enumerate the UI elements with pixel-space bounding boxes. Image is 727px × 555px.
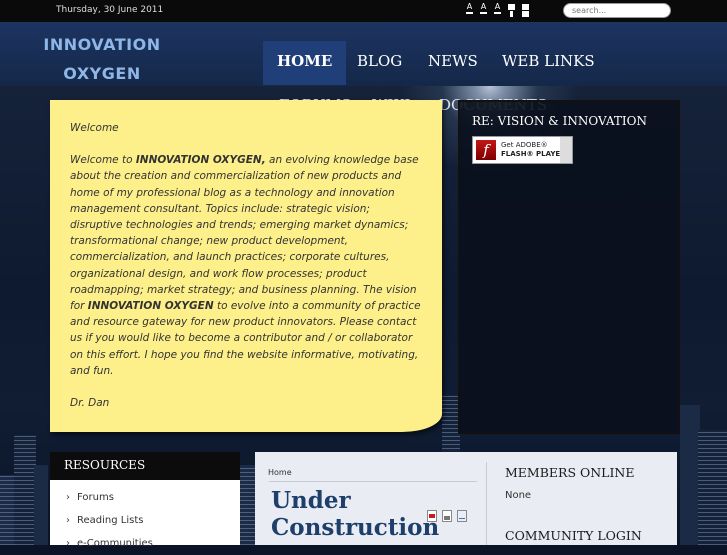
font-size-large-button[interactable]: A <box>493 3 502 18</box>
breadcrumb-home[interactable]: Home <box>268 468 292 477</box>
print-icon[interactable] <box>442 510 452 522</box>
nav-item-news[interactable]: NEWS <box>414 41 492 85</box>
article-tools <box>427 510 467 522</box>
font-size-small-button[interactable]: A <box>465 3 474 18</box>
layout-wide-icon[interactable] <box>521 3 530 18</box>
top-bar: Thursday, 30 June 2011 A A A <box>0 0 727 22</box>
resource-link-forums[interactable]: Forums <box>66 486 240 509</box>
column-divider <box>486 462 487 545</box>
welcome-heading: Welcome <box>70 122 119 134</box>
flash-panel-title: RE: VISION & INNOVATION <box>472 114 647 128</box>
resource-link-e-communities[interactable]: e-Communities <box>66 532 240 555</box>
search-input[interactable] <box>563 3 671 18</box>
article-title: Under Construction <box>271 487 440 541</box>
main-content: Home Under Construction MEMBERS ONLINE N… <box>255 452 677 545</box>
nav-item-blog[interactable]: BLOG <box>343 41 416 85</box>
flash-video-panel: RE: VISION & INNOVATION f Get ADOBE® FLA… <box>458 100 680 434</box>
logo-line-2: OXYGEN <box>63 64 141 83</box>
font-size-controls: A A A <box>465 3 530 18</box>
site-logo[interactable]: INNOVATION OXYGEN <box>36 30 168 88</box>
nav-item-web-links[interactable]: WEB LINKS <box>488 41 609 85</box>
divider <box>269 481 477 482</box>
get-flash-player-button[interactable]: f Get ADOBE® FLASH® PLAYER <box>472 136 573 164</box>
current-date: Thursday, 30 June 2011 <box>56 5 164 15</box>
email-icon[interactable] <box>457 510 467 522</box>
resource-link-reading-lists[interactable]: Reading Lists <box>66 509 240 532</box>
resources-module: RESOURCES Forums Reading Lists e-Communi… <box>50 452 240 549</box>
members-online-value: None <box>505 490 532 501</box>
flash-icon: f <box>476 140 496 160</box>
resources-title: RESOURCES <box>50 452 240 480</box>
welcome-signature: Dr. Dan <box>70 397 110 410</box>
members-online-title: MEMBERS ONLINE <box>505 465 635 480</box>
welcome-body: Welcome to INNOVATION OXYGEN, an evolvin… <box>70 154 421 377</box>
pdf-icon[interactable] <box>427 510 437 522</box>
community-login-title: COMMUNITY LOGIN <box>505 528 642 543</box>
layout-narrow-icon[interactable] <box>507 3 516 18</box>
logo-line-1: INNOVATION <box>43 35 161 54</box>
brand-name: INNOVATION OXYGEN <box>87 300 214 313</box>
welcome-note: Welcome Welcome to INNOVATION OXYGEN, an… <box>50 100 442 432</box>
brand-name: INNOVATION OXYGEN, <box>135 154 266 167</box>
download-arrow-icon <box>560 137 572 163</box>
font-size-medium-button[interactable]: A <box>479 3 488 18</box>
nav-item-home[interactable]: HOME <box>263 41 347 85</box>
